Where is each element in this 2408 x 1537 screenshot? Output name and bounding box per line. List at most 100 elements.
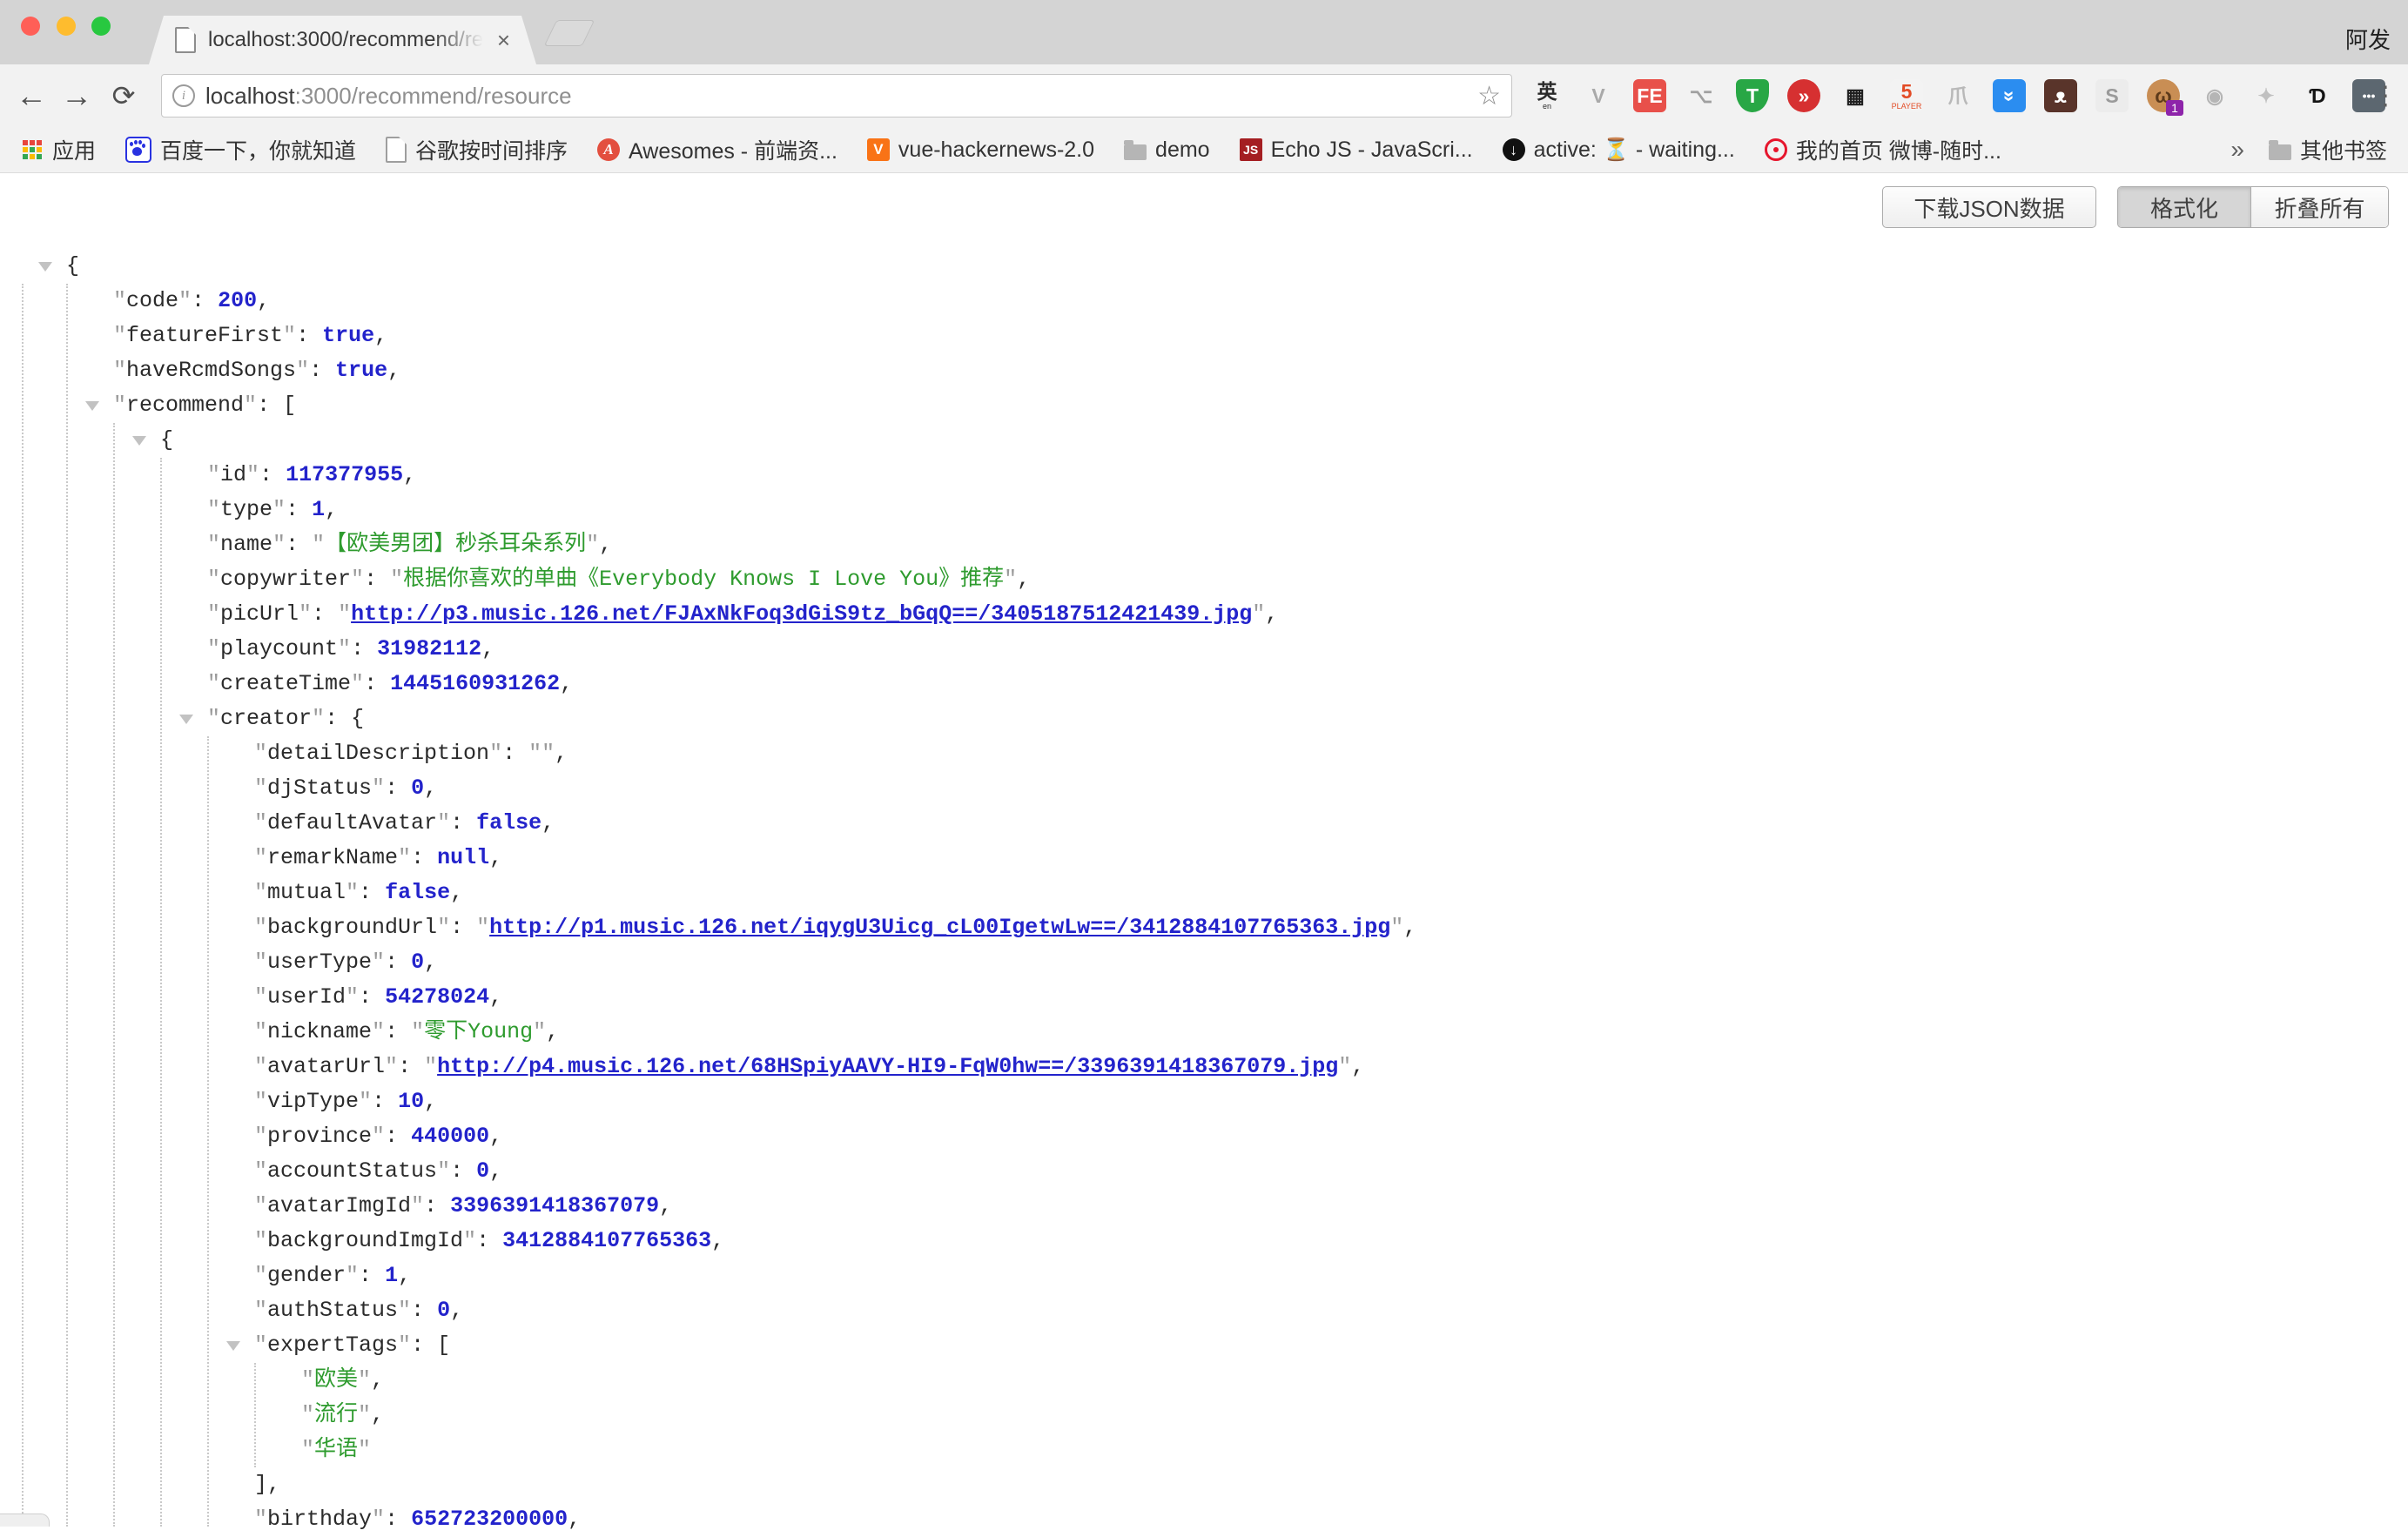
bookmark-item[interactable]: Vvue-hackernews-2.0 — [867, 138, 1094, 163]
double-chevron-down-icon[interactable]: » — [1993, 79, 2026, 112]
tab-close-icon[interactable]: × — [497, 29, 510, 51]
fast-forward-icon[interactable]: » — [1787, 79, 1820, 112]
d-icon[interactable]: Ɗ — [2301, 79, 2334, 112]
bookmark-item[interactable]: ↓active: ⏳ - waiting... — [1503, 138, 1735, 163]
indent-guide — [160, 458, 162, 1527]
browser-menu-icon[interactable]: ⋮ — [2370, 64, 2401, 127]
collapse-all-button[interactable]: 折叠所有 — [2250, 187, 2388, 227]
site-info-icon[interactable]: i — [172, 84, 195, 107]
json-url-link[interactable]: http://p1.music.126.net/iqygU3Uicg_cL00I… — [489, 915, 1390, 940]
bookmark-item[interactable]: 谷歌按时间排序 — [386, 134, 568, 165]
page-content: {"code": 200,"featureFirst": true,"haveR… — [0, 174, 2408, 1527]
title-bar: localhost:3000/recommend/re × 阿发 — [0, 0, 2408, 64]
json-string-value: 流行 — [314, 1402, 358, 1427]
json-number-value: 0 — [437, 1298, 450, 1323]
close-window-icon[interactable] — [21, 17, 40, 36]
status-bubble — [0, 1514, 50, 1527]
sitemap-icon[interactable]: ⌥ — [1685, 79, 1718, 112]
json-number-value: null — [437, 845, 489, 870]
bookmark-star-icon[interactable]: ☆ — [1477, 81, 1501, 111]
toolbar: ← → ⟳ i localhost:3000/recommend/resourc… — [0, 64, 2408, 127]
forward-button[interactable]: → — [57, 64, 96, 127]
json-panel: {"code": 200,"featureFirst": true,"haveR… — [0, 174, 2408, 1527]
bookmark-item[interactable]: 我的首页 微博-随时... — [1765, 134, 2001, 165]
format-button[interactable]: 格式化 — [2118, 187, 2250, 227]
minimize-window-icon[interactable] — [57, 17, 76, 36]
page-favicon-icon — [175, 27, 196, 53]
bookmark-item[interactable]: JSEcho JS - JavaScri... — [1240, 138, 1473, 163]
bookmark-items-mount: 应用 百度一下，你就知道 谷歌按时间排序 AAwesomes - 前端资... Vvue… — [21, 134, 2031, 165]
json-number-value: 200 — [218, 288, 257, 313]
json-number-value: 440000 — [411, 1124, 489, 1149]
bookmarks-overflow-icon[interactable]: » — [2230, 136, 2244, 164]
json-line: ], — [0, 1467, 2408, 1502]
json-number-value: false — [385, 880, 450, 905]
back-button[interactable]: ← — [12, 64, 50, 127]
qr-code-icon-glyph: ▦ — [1846, 86, 1865, 106]
bookmark-label: 谷歌按时间排序 — [415, 134, 568, 165]
bookmark-label: 百度一下，你就知道 — [160, 134, 356, 165]
bookmark-item[interactable]: demo — [1124, 138, 1210, 163]
json-key: backgroundImgId — [267, 1228, 463, 1253]
json-open-bracket: [ — [283, 393, 296, 418]
monkey-icon[interactable]: ω1 — [2147, 79, 2180, 112]
awesomes-icon: A — [597, 138, 620, 161]
d-icon-glyph: Ɗ — [2309, 86, 2325, 106]
collapse-toggle-icon[interactable] — [179, 715, 193, 724]
folder-icon — [1124, 144, 1147, 160]
bookmark-item[interactable]: 应用 — [21, 134, 96, 165]
json-line: "vipType": 10, — [0, 1084, 2408, 1119]
indent-guide — [113, 423, 115, 1527]
json-key: defaultAvatar — [267, 810, 437, 836]
bookmark-item[interactable]: 百度一下，你就知道 — [125, 134, 356, 165]
json-line: "id": 117377955, — [0, 458, 2408, 493]
json-key: createTime — [220, 671, 351, 696]
bookmark-item[interactable]: AAwesomes - 前端资... — [597, 134, 837, 165]
json-key: djStatus — [267, 775, 372, 801]
shield-t-icon[interactable]: T — [1736, 79, 1769, 112]
url-path: :3000/recommend/resource — [295, 83, 572, 109]
indent-guide — [207, 736, 209, 1527]
json-line: "userType": 0, — [0, 945, 2408, 980]
url-host: localhost — [205, 83, 295, 109]
fe-icon[interactable]: FE — [1633, 79, 1666, 112]
collapse-toggle-icon[interactable] — [132, 436, 146, 446]
json-key: birthday — [267, 1507, 372, 1532]
paw-icon[interactable]: 爪 — [1941, 79, 1974, 112]
other-bookmarks[interactable]: 其他书签 — [2269, 134, 2387, 165]
json-key: copywriter — [220, 567, 351, 592]
collapse-toggle-icon[interactable] — [226, 1341, 240, 1351]
url-text[interactable]: localhost:3000/recommend/resource — [205, 83, 572, 110]
html5-player-icon-sub: PLAYER — [1892, 103, 1922, 111]
new-tab-button[interactable] — [544, 20, 595, 46]
profile-name[interactable]: 阿发 — [2345, 23, 2391, 55]
browser-tab[interactable]: localhost:3000/recommend/re × — [149, 16, 536, 64]
json-key: playcount — [220, 636, 338, 661]
collapse-toggle-icon[interactable] — [85, 401, 99, 411]
collapse-toggle-icon[interactable] — [38, 262, 52, 272]
s-icon-glyph: S — [2105, 86, 2118, 106]
address-bar[interactable]: i localhost:3000/recommend/resource ☆ — [161, 74, 1512, 117]
qr-code-icon[interactable]: ▦ — [1839, 79, 1872, 112]
translate-icon[interactable]: 英en — [1530, 79, 1564, 112]
json-line: "backgroundImgId": 3412884107765363, — [0, 1224, 2408, 1258]
json-url-link[interactable]: http://p3.music.126.net/FJAxNkFoq3dGiS9t… — [351, 601, 1252, 627]
json-key: picUrl — [220, 601, 299, 627]
json-url-link[interactable]: http://p4.music.126.net/68HSpiyAAVY-HI9-… — [437, 1054, 1338, 1079]
shield-t-icon-glyph: T — [1746, 86, 1759, 106]
maximize-window-icon[interactable] — [91, 17, 111, 36]
reload-button[interactable]: ⟳ — [104, 64, 143, 127]
weibo-gray-icon[interactable]: ◉ — [2198, 79, 2231, 112]
vue-devtools-icon[interactable]: V — [1582, 79, 1615, 112]
json-key: type — [220, 497, 272, 522]
download-json-button[interactable]: 下载JSON数据 — [1882, 186, 2096, 228]
json-line: "authStatus": 0, — [0, 1293, 2408, 1328]
json-key: expertTags — [267, 1332, 398, 1358]
mask-icon[interactable]: ᴥ — [2044, 79, 2077, 112]
bird-icon[interactable]: ✦ — [2250, 79, 2283, 112]
html5-player-icon[interactable]: 5PLAYER — [1890, 79, 1923, 112]
baidu-paw-icon — [125, 137, 151, 163]
json-number-value: 3412884107765363 — [502, 1228, 711, 1253]
json-key: backgroundUrl — [267, 915, 437, 940]
s-icon[interactable]: S — [2095, 79, 2129, 112]
